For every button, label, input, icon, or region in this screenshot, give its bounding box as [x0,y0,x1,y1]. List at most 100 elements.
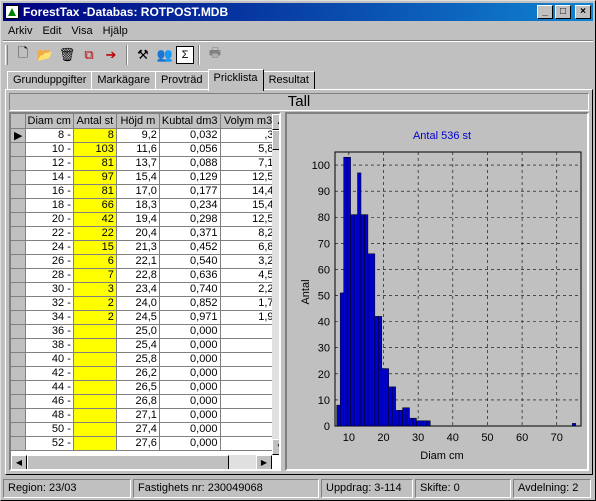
cell-hojd[interactable]: 21,3 [116,240,160,255]
cell-kubtal[interactable]: 0,129 [159,170,221,185]
cell-antal[interactable]: 42 [73,212,117,227]
cell-diam[interactable]: 18 - [25,198,74,213]
row-header[interactable] [11,212,26,227]
table-row[interactable]: 46 - 26,8 0,000 [11,394,277,409]
menu-edit[interactable]: Edit [37,25,66,37]
cell-volym[interactable]: 14,4 [220,184,277,199]
table-row[interactable]: 30 -3 23,4 0,740 2,2 [11,282,277,297]
table-row[interactable]: 14 -97 15,4 0,129 12,5 [11,170,277,185]
cell-antal[interactable] [73,380,117,395]
cell-kubtal[interactable]: 0,371 [159,226,221,241]
cell-volym[interactable] [220,380,277,395]
cell-kubtal[interactable]: 0,056 [159,142,221,157]
row-header[interactable] [11,156,26,171]
cell-volym[interactable]: 8,2 [220,226,277,241]
table-row[interactable]: 40 - 25,8 0,000 [11,352,277,367]
menu-visa[interactable]: Visa [66,25,97,37]
cell-antal[interactable] [73,422,117,437]
sum-icon[interactable]: Σ [176,46,194,64]
cell-antal[interactable]: 3 [73,282,117,297]
cell-hojd[interactable]: 25,0 [116,324,160,339]
current-row-marker-icon[interactable]: ▶ [11,128,26,143]
cell-antal[interactable] [73,366,117,381]
cell-diam[interactable]: 30 - [25,282,74,297]
cell-kubtal[interactable]: 0,000 [159,366,221,381]
cell-kubtal[interactable]: 0,298 [159,212,221,227]
row-header[interactable] [11,254,26,269]
table-row[interactable]: 38 - 25,4 0,000 [11,338,277,353]
tab-pricklista[interactable]: Pricklista [207,69,264,91]
cell-diam[interactable]: 8 - [25,128,74,143]
menu-hjalp[interactable]: Hjälp [98,25,133,37]
row-header[interactable] [11,170,26,185]
table-row[interactable]: 50 - 27,4 0,000 [11,422,277,437]
cell-antal[interactable]: 2 [73,310,117,325]
cell-antal[interactable]: 66 [73,198,117,213]
cell-hojd[interactable]: 19,4 [116,212,160,227]
cell-diam[interactable]: 38 - [25,338,74,353]
row-header[interactable] [11,408,26,423]
row-header[interactable] [11,338,26,353]
cell-volym[interactable]: ,3 [220,128,277,143]
row-header[interactable] [11,184,26,199]
horizontal-scroll-thumb[interactable] [27,455,229,469]
row-header[interactable] [11,198,26,213]
users-icon[interactable]: 👥 [154,44,176,66]
cell-hojd[interactable]: 27,1 [116,408,160,423]
table-row[interactable]: 52 - 27,6 0,000 [11,436,277,451]
title-bar[interactable]: ForestTax -Databas: ROTPOST.MDB _ □ × [3,3,593,21]
cell-antal[interactable]: 81 [73,184,117,199]
cell-hojd[interactable]: 20,4 [116,226,160,241]
table-row[interactable]: 32 -2 24,0 0,852 1,7 [11,296,277,311]
tools-icon[interactable]: ⚒ [132,44,154,66]
cell-volym[interactable]: 1,7 [220,296,277,311]
col-header-volym[interactable]: Volym m3 [220,114,277,129]
app-icon[interactable] [5,5,19,19]
cell-diam[interactable]: 22 - [25,226,74,241]
cell-kubtal[interactable]: 0,000 [159,324,221,339]
cell-volym[interactable]: 12,5 [220,212,277,227]
scroll-up-icon[interactable]: ▲ [272,114,279,130]
cell-volym[interactable] [220,338,277,353]
table-row[interactable]: 22 -22 20,4 0,371 8,2 [11,226,277,241]
cell-diam[interactable]: 50 - [25,422,74,437]
cell-hojd[interactable]: 9,2 [116,128,160,143]
maximize-button[interactable]: □ [555,5,571,19]
cell-volym[interactable]: 5,8 [220,142,277,157]
table-row[interactable]: 24 -15 21,3 0,452 6,8 [11,240,277,255]
cell-hojd[interactable]: 18,3 [116,198,160,213]
minimize-button[interactable]: _ [537,5,553,19]
cell-hojd[interactable]: 22,1 [116,254,160,269]
table-row[interactable]: 34 -2 24,5 0,971 1,9 [11,310,277,325]
cell-diam[interactable]: 46 - [25,394,74,409]
cell-antal[interactable]: 81 [73,156,117,171]
row-header[interactable] [11,268,26,283]
delete-icon[interactable]: 🗑 [56,44,78,66]
cell-volym[interactable]: 3,2 [220,254,277,269]
row-header[interactable] [11,422,26,437]
cell-diam[interactable]: 24 - [25,240,74,255]
cell-antal[interactable]: 22 [73,226,117,241]
menu-arkiv[interactable]: Arkiv [3,25,37,37]
row-header[interactable] [11,142,26,157]
cell-diam[interactable]: 42 - [25,366,74,381]
print-icon[interactable]: 🖶 [204,44,226,66]
table-row[interactable]: 48 - 27,1 0,000 [11,408,277,423]
cell-hojd[interactable]: 25,8 [116,352,160,367]
row-header[interactable] [11,296,26,311]
cell-kubtal[interactable]: 0,452 [159,240,221,255]
col-header-diam[interactable]: Diam cm [25,114,74,129]
row-header[interactable] [11,394,26,409]
cell-volym[interactable]: 15,4 [220,198,277,213]
cell-volym[interactable]: 4,5 [220,268,277,283]
cell-volym[interactable]: 7,1 [220,156,277,171]
row-header[interactable] [11,282,26,297]
row-header[interactable] [11,226,26,241]
cell-antal[interactable] [73,436,117,451]
cell-diam[interactable]: 34 - [25,310,74,325]
cell-hojd[interactable]: 13,7 [116,156,160,171]
cell-diam[interactable]: 52 - [25,436,74,451]
cell-hojd[interactable]: 24,5 [116,310,160,325]
toolbar-grip[interactable] [5,45,8,65]
cell-diam[interactable]: 44 - [25,380,74,395]
